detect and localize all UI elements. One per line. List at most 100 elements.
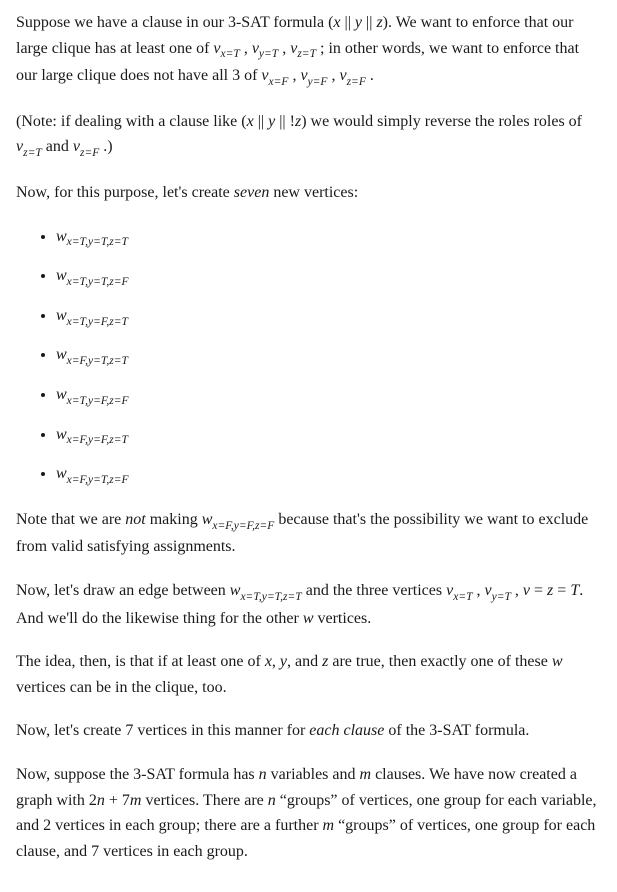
text: are true, then exactly one of these xyxy=(328,653,551,670)
sub: x=F,y=T,z=F xyxy=(67,474,129,486)
list-item: wx=T,y=F,z=T xyxy=(56,303,601,331)
text: + 7 xyxy=(105,792,130,809)
var-w: w xyxy=(56,386,67,403)
var-m: m xyxy=(323,817,335,834)
sub: x=F,y=F,z=T xyxy=(67,434,128,446)
sub: y=F xyxy=(308,76,328,88)
list-item: wx=F,y=T,z=T xyxy=(56,342,601,370)
text: vertices. xyxy=(314,610,372,627)
text: . xyxy=(366,67,374,84)
sub: x=F xyxy=(269,76,289,88)
text: || xyxy=(362,14,376,31)
paragraph-6: The idea, then, is that if at least one … xyxy=(16,649,601,700)
list-item: wx=T,y=T,z=F xyxy=(56,263,601,291)
vertex-list: wx=T,y=T,z=T wx=T,y=T,z=F wx=T,y=F,z=T w… xyxy=(16,224,601,489)
var-v: v xyxy=(523,582,530,599)
sub: x=T xyxy=(221,48,240,60)
var-w: w xyxy=(56,426,67,443)
text: and xyxy=(42,138,73,155)
sub: z=T xyxy=(297,48,316,60)
paragraph-7: Now, let's create 7 vertices in this man… xyxy=(16,718,601,744)
var-T: T xyxy=(570,582,579,599)
paragraph-2: (Note: if dealing with a clause like (x … xyxy=(16,109,601,162)
sub: x=T,y=T,z=F xyxy=(67,276,129,288)
var-w: w xyxy=(202,511,213,528)
list-item: wx=T,y=F,z=F xyxy=(56,382,601,410)
emphasis: not xyxy=(125,511,145,528)
var-w: w xyxy=(56,228,67,245)
list-item: wx=T,y=T,z=T xyxy=(56,224,601,252)
paragraph-5: Now, let's draw an edge between wx=T,y=T… xyxy=(16,578,601,631)
var-v: v xyxy=(339,67,346,84)
text: Now, suppose the 3-SAT formula has xyxy=(16,766,259,783)
var-v: v xyxy=(300,67,307,84)
text: , xyxy=(272,653,280,670)
var-m: m xyxy=(360,766,372,783)
var-w: w xyxy=(230,582,241,599)
paragraph-1: Suppose we have a clause in our 3-SAT fo… xyxy=(16,10,601,91)
var-w: w xyxy=(56,465,67,482)
var-v: v xyxy=(73,138,80,155)
sub: x=T,y=F,z=F xyxy=(67,395,129,407)
var-w: w xyxy=(56,267,67,284)
var-w: w xyxy=(56,307,67,324)
sub: x=T,y=F,z=T xyxy=(67,316,128,328)
var-x: x xyxy=(247,113,254,130)
text: || ! xyxy=(275,113,295,130)
var-n: n xyxy=(268,792,276,809)
sub: z=F xyxy=(347,76,366,88)
text: The idea, then, is that if at least one … xyxy=(16,653,265,670)
var-m: m xyxy=(130,792,142,809)
var-v: v xyxy=(252,40,259,57)
text: new vertices: xyxy=(269,184,358,201)
text: , xyxy=(288,67,300,84)
text: Now, let's draw an edge between xyxy=(16,582,230,599)
paragraph-8: Now, suppose the 3-SAT formula has n var… xyxy=(16,762,601,864)
text: .) xyxy=(99,138,112,155)
paragraph-4: Note that we are not making wx=F,y=F,z=F… xyxy=(16,507,601,560)
sub: z=F xyxy=(80,147,99,159)
text: variables and xyxy=(267,766,360,783)
var-y: y xyxy=(355,14,362,31)
sub: x=F,y=F,z=F xyxy=(212,520,274,532)
text: vertices can be in the clique, too. xyxy=(16,679,227,696)
text: ) we would simply reverse the roles role… xyxy=(301,113,582,130)
text: , xyxy=(327,67,339,84)
text: Suppose we have a clause in our 3-SAT fo… xyxy=(16,14,333,31)
var-n: n xyxy=(259,766,267,783)
var-y: y xyxy=(280,653,287,670)
text: , xyxy=(278,40,290,57)
text: , and xyxy=(287,653,322,670)
sub: x=T xyxy=(453,591,472,603)
list-item: wx=F,y=F,z=T xyxy=(56,422,601,450)
var-x: x xyxy=(333,14,340,31)
text: of the 3-SAT formula. xyxy=(384,722,529,739)
text: , xyxy=(473,582,485,599)
var-v: v xyxy=(213,40,220,57)
paragraph-3: Now, for this purpose, let's create seve… xyxy=(16,180,601,206)
text: || xyxy=(254,113,268,130)
text: , xyxy=(240,40,252,57)
text: Note that we are xyxy=(16,511,125,528)
var-v: v xyxy=(485,582,492,599)
sub: z=T xyxy=(23,147,42,159)
text: = xyxy=(530,582,547,599)
text: (Note: if dealing with a clause like ( xyxy=(16,113,247,130)
text: vertices. There are xyxy=(141,792,267,809)
text: || xyxy=(341,14,355,31)
text: = xyxy=(553,582,570,599)
text: Now, let's create 7 vertices in this man… xyxy=(16,722,309,739)
text: and the three vertices xyxy=(302,582,446,599)
var-w: w xyxy=(56,346,67,363)
var-w: w xyxy=(552,653,563,670)
var-x: x xyxy=(265,653,272,670)
text: making xyxy=(146,511,202,528)
var-n: n xyxy=(97,792,105,809)
sub: x=T,y=T,z=T xyxy=(67,236,128,248)
sub: y=T xyxy=(492,591,511,603)
var-v: v xyxy=(261,67,268,84)
sub: y=T xyxy=(259,48,278,60)
list-item: wx=F,y=T,z=F xyxy=(56,461,601,489)
text: Now, for this purpose, let's create xyxy=(16,184,234,201)
text: , xyxy=(511,582,523,599)
